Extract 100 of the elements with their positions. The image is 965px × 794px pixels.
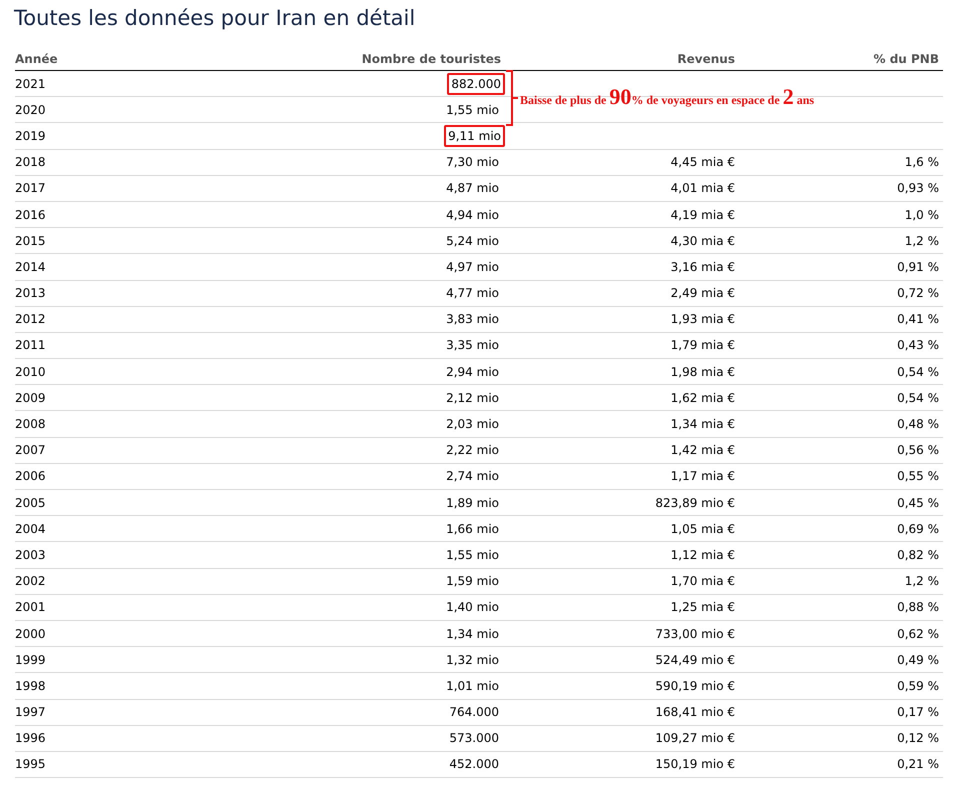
table-cell-text: 2,94 mio [445,364,500,381]
table-cell-text: 2013 [15,285,46,302]
table-cell-text: 1,79 mia € [670,337,735,354]
table-cell-text: 1,0 % [904,206,939,224]
table-cell-text: 1999 [15,652,46,669]
table-cell-text: 2019 [15,128,46,145]
table-cell-text: 2000 [15,626,46,643]
table-cell-text: 2011 [15,337,46,354]
table-cell-text: 109,27 mio € [655,730,735,748]
table-cell-text: 1,17 mia € [670,468,735,486]
table-cell-text: 1,40 mio [445,599,500,616]
table-cell-text: 2010 [15,364,46,381]
table-cell-text: 0,21 % [897,756,939,774]
table-cell-text: 4,94 mio [445,206,500,224]
table-cell-text: 0,43 % [897,337,939,354]
table-cell-text: 2008 [15,416,46,434]
table-cell-text: 1,93 mia € [670,311,735,328]
table-cell-text: 4,45 mia € [670,154,735,172]
column-header: Année [15,51,58,68]
table-cell-text: 452.000 [448,756,500,774]
table-cell-text: 0,69 % [897,520,939,538]
table-cell-text: 7,30 mio [445,154,500,172]
table-cell-text: 1,6 % [904,154,939,172]
table-cell-text: 764.000 [448,704,500,722]
table-cell-text: 0,17 % [897,704,939,722]
table-cell: 882.000 [447,72,505,95]
table-cell-text: 4,30 mia € [670,232,735,250]
page-title: Toutes les données pour Iran en détail [13,5,416,32]
table-cell-text: 1995 [15,756,46,774]
table-cell-text: 168,41 mio € [655,704,735,722]
table-cell-text: 1996 [15,730,46,748]
table-cell-text: 0,54 % [897,364,939,381]
table-cell-text: 2016 [15,206,46,224]
table-cell-text: 1,55 mio [445,102,500,119]
table-cell-text: 5,24 mio [445,232,500,250]
table-cell-text: 2020 [15,102,46,119]
table-cell-text: 590,19 mio € [655,678,735,695]
table-cell-text: 1,70 mia € [670,573,735,590]
table-cell-text: 1,12 mia € [670,546,735,564]
table-cell-text: 0,62 % [897,626,939,643]
table-cell-text: 1998 [15,678,46,695]
table-cell-text: 2,12 mio [445,390,500,407]
table-cell-text: 0,72 % [897,285,939,302]
column-header: Revenus [677,51,735,68]
table-cell-text: 0,91 % [897,258,939,276]
table-cell-text: 3,35 mio [445,337,500,354]
table-cell-text: 2,74 mio [445,468,500,486]
table-cell-text: 4,77 mio [445,285,500,302]
table-cell-text: 2021 [15,76,46,93]
table-cell-text: 3,16 mia € [670,258,735,276]
table-cell-text: 150,19 mio € [655,756,735,774]
table-cell-text: 0,54 % [897,390,939,407]
table-cell-text: 524,49 mio € [655,652,735,669]
annotation-text: Baisse de plus de 90% de voyageurs en espace de 2 ans [520,86,814,108]
table-cell-text: 0,88 % [897,599,939,616]
table-cell-text: 0,59 % [897,678,939,695]
table-cell-text: 1,34 mio [445,626,500,643]
table-cell-text: 0,45 % [897,494,939,512]
table-cell-text: 4,87 mio [445,180,500,198]
table-cell-text: 2012 [15,311,46,328]
table-cell-text: 0,93 % [897,180,939,198]
table-cell-text: 2007 [15,442,46,460]
table-cell-text: 1,59 mio [445,573,500,590]
table-cell-text: 2005 [15,494,46,512]
table-cell-text: 1,2 % [904,232,939,250]
table-cell-text: 1,66 mio [445,520,500,538]
column-header: Nombre de touristes [362,51,501,68]
table-cell-text: 2018 [15,154,46,172]
table-cell-text: 2015 [15,232,46,250]
table-cell-text: 1,32 mio [445,652,500,669]
table-cell-text: 3,83 mio [445,311,500,328]
table-cell-text: 1,25 mia € [670,599,735,616]
table-cell-text: 2002 [15,573,46,590]
column-header: % du PNB [874,51,939,68]
table-cell-text: 1,2 % [904,573,939,590]
table-cell-text: 1,34 mia € [670,416,735,434]
table-cell-text: 0,56 % [897,442,939,460]
table-cell-text: 4,19 mia € [670,206,735,224]
table-cell-text: 0,12 % [897,730,939,748]
table-cell-text: 2017 [15,180,46,198]
table-cell-text: 1,01 mio [445,678,500,695]
table-cell-text: 1997 [15,704,46,722]
table-cell-text: 1,55 mio [445,546,500,564]
table-cell-text: 1,05 mia € [670,520,735,538]
table-cell: 9,11 mio [444,124,505,147]
table-cell-text: 0,48 % [897,416,939,434]
table-cell-text: 4,01 mia € [670,180,735,198]
table-cell-text: 823,89 mio € [655,494,735,512]
table-cell-text: 2004 [15,520,46,538]
table-cell-text: 0,41 % [897,311,939,328]
table-cell-text: 2001 [15,599,46,616]
table-cell-text: 573.000 [448,730,500,748]
table-cell-text: 1,98 mia € [670,364,735,381]
table-cell-text: 0,82 % [897,546,939,564]
table-cell-text: 1,42 mia € [670,442,735,460]
table-cell-text: 733,00 mio € [655,626,735,643]
table-cell-text: 1,62 mia € [670,390,735,407]
table-cell-text: 2,49 mia € [670,285,735,302]
bracket-icon [505,70,519,126]
table-cell-text: 2014 [15,258,46,276]
